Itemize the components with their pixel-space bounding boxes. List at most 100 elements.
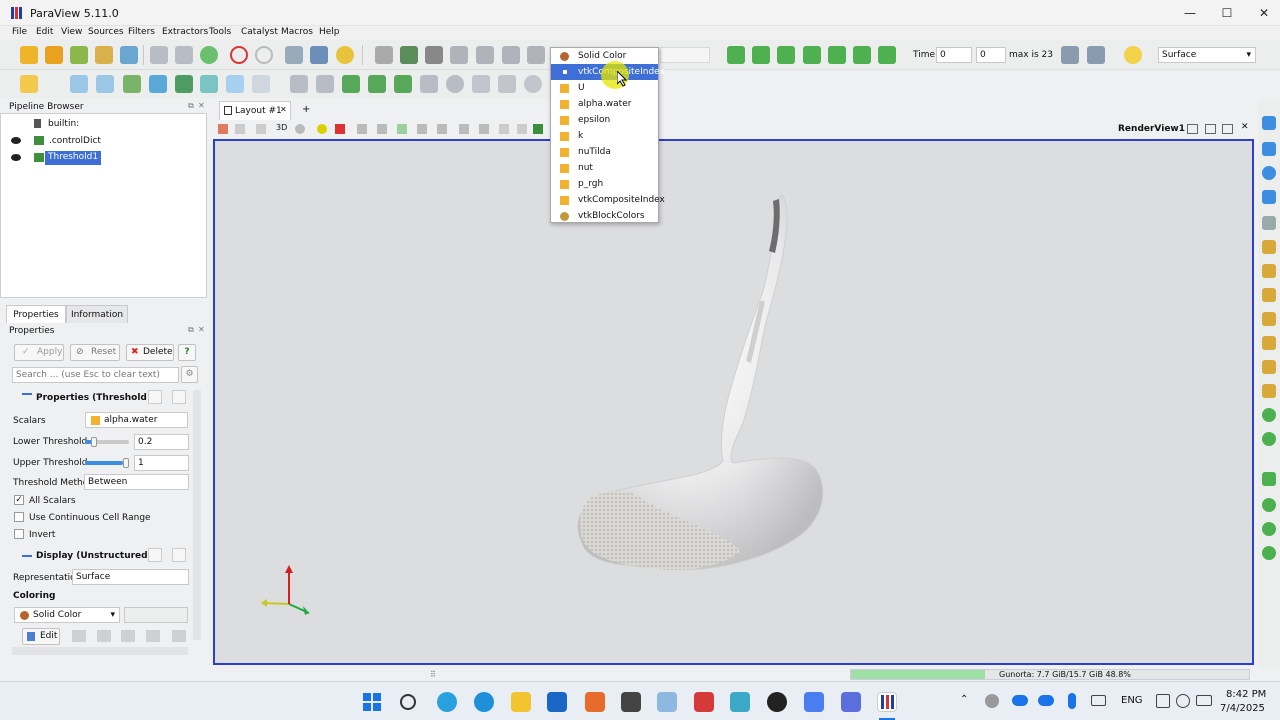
delete-button[interactable]: ✖ Delete — [126, 344, 174, 361]
ruler-icon[interactable] — [20, 75, 38, 93]
pick-center-icon[interactable] — [1262, 166, 1276, 180]
plot-icon[interactable] — [70, 75, 88, 93]
zoom-icon[interactable] — [295, 124, 305, 134]
split-vertical-icon[interactable] — [1205, 124, 1216, 134]
select-cells-icon[interactable] — [400, 46, 418, 64]
menu-extractors[interactable]: Extractors — [162, 27, 208, 37]
interact-icon[interactable] — [336, 46, 354, 64]
shrink-selection-icon[interactable] — [517, 124, 527, 134]
snipping-tool-icon[interactable] — [657, 692, 677, 712]
slider-handle[interactable] — [123, 458, 129, 468]
open-folder-icon[interactable] — [20, 46, 38, 64]
dropdown-item-vtkblockcolors[interactable]: vtkBlockColors — [551, 208, 658, 224]
calculator-filter-icon[interactable] — [175, 75, 193, 93]
threshold-method-select[interactable]: Between — [84, 474, 189, 490]
center-axes-icon[interactable] — [1262, 142, 1276, 156]
rescale-visible-icon[interactable] — [146, 630, 160, 642]
contour-icon[interactable] — [200, 75, 218, 93]
cube-icon[interactable] — [342, 75, 360, 93]
clip-icon[interactable] — [316, 75, 334, 93]
cube-4-icon[interactable] — [420, 75, 438, 93]
select-frustum-points-icon[interactable] — [377, 124, 387, 134]
resize-grip-icon[interactable]: ⠿ — [430, 670, 436, 679]
view-minus-z-icon[interactable] — [1262, 360, 1276, 374]
undo-icon[interactable] — [230, 46, 248, 64]
view-z-icon[interactable] — [502, 46, 520, 64]
select-points-icon[interactable] — [425, 46, 443, 64]
chrome-canary-icon[interactable] — [730, 692, 750, 712]
menu-sources[interactable]: Sources — [88, 27, 124, 37]
search-input[interactable]: Search ... (use Esc to clear text) — [12, 367, 179, 383]
menu-catalyst[interactable]: Catalyst — [241, 27, 278, 37]
dropdown-item-nut[interactable]: nut — [551, 160, 658, 176]
close-panel-icon[interactable]: ✕ — [198, 325, 205, 334]
upper-threshold-slider[interactable] — [85, 458, 129, 468]
view-axis-icon[interactable] — [527, 46, 545, 64]
network-app-icon[interactable] — [985, 694, 999, 708]
cube-2-icon[interactable] — [368, 75, 386, 93]
collapse-icon[interactable] — [22, 555, 32, 557]
representation-field[interactable]: Surface — [72, 569, 189, 585]
rotate-plus-90-icon[interactable] — [1262, 408, 1276, 422]
view-minus-x-icon[interactable] — [1262, 264, 1276, 278]
dropdown-item-alpha-water[interactable]: alpha.water — [551, 96, 658, 112]
brave-icon[interactable] — [694, 692, 714, 712]
colorbar-icon[interactable] — [172, 630, 186, 642]
horizontal-scrollbar[interactable] — [12, 647, 188, 655]
edge-browser-icon[interactable] — [474, 692, 494, 712]
grow-selection-icon[interactable] — [499, 124, 509, 134]
zoom-data-icon[interactable] — [310, 46, 328, 64]
pipeline-item[interactable]: builtin: — [1, 117, 206, 132]
menu-filters[interactable]: Filters — [128, 27, 155, 37]
eye-icon[interactable] — [11, 137, 21, 144]
scrollbar[interactable] — [193, 390, 201, 640]
next-frame-icon[interactable] — [828, 46, 846, 64]
rescale-custom-icon[interactable] — [97, 630, 111, 642]
timestep-input[interactable]: 0 — [976, 47, 1006, 63]
minimize-button[interactable]: — — [1170, 0, 1210, 26]
coloring-select[interactable]: Solid Color ▾ — [14, 607, 120, 623]
battery-icon[interactable] — [1196, 695, 1212, 706]
spreadsheet-icon[interactable] — [123, 75, 141, 93]
previous-frame-icon[interactable] — [752, 46, 770, 64]
select-blocks-icon[interactable] — [417, 124, 427, 134]
light-icon[interactable] — [1124, 46, 1142, 64]
eye-icon[interactable] — [11, 154, 21, 161]
select-surface-cells-icon[interactable] — [317, 124, 327, 134]
component-select[interactable] — [124, 607, 188, 623]
unity-icon[interactable] — [621, 692, 641, 712]
cube-3-icon[interactable] — [394, 75, 412, 93]
representation-select[interactable]: Surface ▾ — [1158, 47, 1256, 63]
refresh-icon[interactable] — [200, 46, 218, 64]
microphone-icon[interactable] — [1068, 693, 1076, 709]
render-view[interactable] — [213, 139, 1254, 665]
tab-properties[interactable]: Properties — [6, 305, 66, 323]
clock-time[interactable]: 8:42 PM — [1226, 689, 1266, 700]
variable-select[interactable] — [660, 47, 710, 63]
camera-icon[interactable] — [375, 46, 393, 64]
dropdown-item-solid-color[interactable]: Solid Color — [551, 48, 658, 64]
maximize-button[interactable]: ☐ — [1207, 0, 1247, 26]
lower-threshold-slider[interactable] — [85, 437, 129, 447]
apply-button[interactable]: ✓ Apply — [14, 344, 64, 361]
capture-icon[interactable] — [218, 124, 228, 134]
paraview-taskbar-icon[interactable] — [877, 692, 897, 712]
camera-elevation-icon[interactable] — [1262, 546, 1276, 560]
last-frame-icon[interactable] — [853, 46, 871, 64]
dropdown-item-epsilon[interactable]: epsilon — [551, 112, 658, 128]
bar-chart-icon[interactable] — [149, 75, 167, 93]
matlab-icon[interactable] — [585, 692, 605, 712]
maximize-view-icon[interactable] — [1222, 124, 1233, 134]
invert-checkbox[interactable] — [14, 529, 24, 539]
calculator-icon[interactable] — [290, 75, 308, 93]
connect-icon[interactable] — [120, 46, 138, 64]
lower-threshold-input[interactable]: 0.2 — [134, 434, 189, 450]
axes-icon[interactable] — [235, 124, 245, 134]
interactive-select-icon[interactable] — [437, 124, 447, 134]
menu-view[interactable]: View — [61, 27, 82, 37]
copy-icon[interactable] — [148, 548, 162, 562]
view-3d-toggle[interactable]: 3D — [276, 123, 287, 132]
volume-icon[interactable] — [1176, 694, 1190, 708]
dropdown-item-vtkcompositeindex-point[interactable]: vtkCompositeIndex — [551, 192, 665, 208]
view-plus-z-icon[interactable] — [1262, 336, 1276, 350]
